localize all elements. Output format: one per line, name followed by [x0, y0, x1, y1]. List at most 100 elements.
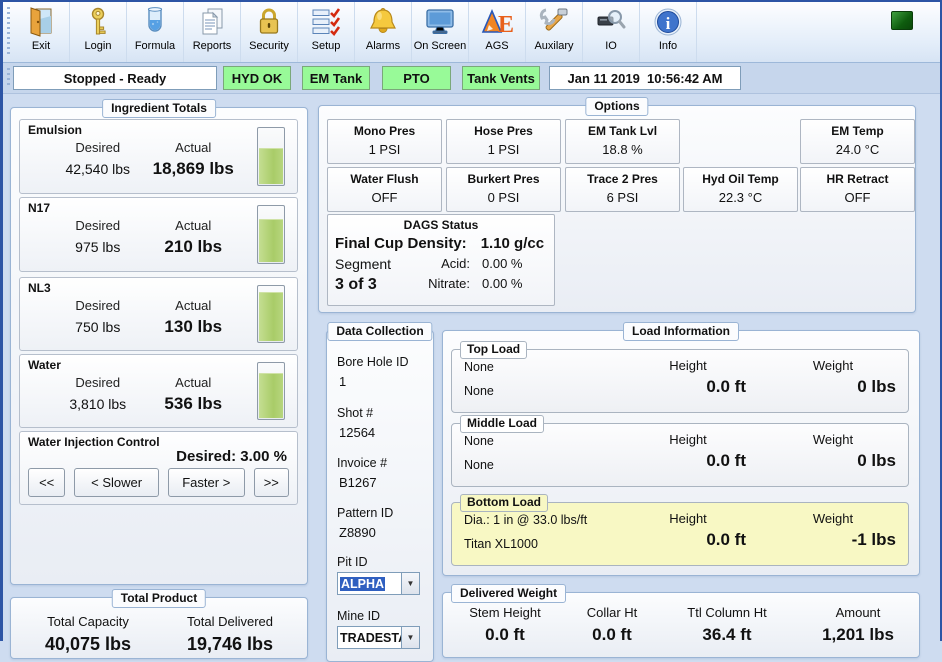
- security-button[interactable]: Security: [241, 2, 298, 62]
- slower-button[interactable]: < Slower: [74, 468, 159, 497]
- desired-value: 3,810 lbs: [50, 396, 146, 412]
- desired-label: Desired: [50, 298, 146, 313]
- metric-value: 6 PSI: [566, 190, 679, 205]
- desired-value: 42,540 lbs: [50, 161, 146, 177]
- total-capacity-value: 40,075 lbs: [17, 634, 159, 655]
- delivered-weight-panel: Delivered Weight Stem Height 0.0 ft Coll…: [442, 592, 920, 658]
- metric-label: EM Tank Lvl: [566, 124, 679, 138]
- statusbar-grip-handle[interactable]: [5, 68, 11, 88]
- step-up-button[interactable]: >>: [254, 468, 289, 497]
- level-bar: [257, 127, 285, 186]
- alarms-button[interactable]: Alarms: [355, 2, 412, 62]
- actual-value: 536 lbs: [146, 394, 242, 414]
- ingredient-name: NL3: [28, 281, 51, 295]
- metric-hyd-oil-temp: Hyd Oil Temp 22.3 °C: [683, 167, 798, 212]
- faster-button[interactable]: Faster >: [168, 468, 245, 497]
- info-button[interactable]: i Info: [640, 2, 697, 62]
- padlock-icon: [252, 5, 286, 39]
- weight-label: Weight: [758, 511, 908, 526]
- toolbar-button-label: Reports: [193, 40, 232, 52]
- acid-value: 0.00 %: [470, 256, 554, 272]
- bore-hole-id-value: 1: [337, 374, 433, 389]
- metric-label: EM Temp: [801, 124, 914, 138]
- toolbar: Exit Login Formula: [3, 2, 940, 63]
- on-screen-button[interactable]: On Screen: [412, 2, 469, 62]
- setup-button[interactable]: Setup: [298, 2, 355, 62]
- metric-value: 22.3 °C: [684, 190, 797, 205]
- mine-id-label: Mine ID: [337, 609, 433, 623]
- collar-ht-label: Collar Ht: [561, 605, 663, 620]
- toolbar-button-label: Login: [85, 40, 112, 52]
- pit-id-dropdown[interactable]: ALPHA ▼: [337, 572, 420, 595]
- toolbar-button-label: IO: [605, 40, 617, 52]
- level-bar: [257, 205, 285, 264]
- reports-button[interactable]: Reports: [184, 2, 241, 62]
- segment-label: Segment: [328, 256, 414, 272]
- total-delivered-value: 19,746 lbs: [159, 634, 301, 655]
- io-button[interactable]: IO: [583, 2, 640, 62]
- level-bar: [257, 362, 285, 420]
- total-product-panel: Total Product Total Capacity 40,075 lbs …: [10, 597, 308, 659]
- height-label: Height: [618, 511, 758, 526]
- actual-label: Actual: [146, 298, 242, 313]
- actual-label: Actual: [146, 218, 242, 233]
- load-product-line2: Titan XL1000: [464, 537, 618, 551]
- metric-hr-retract: HR Retract OFF: [800, 167, 915, 212]
- desired-value: 750 lbs: [50, 319, 146, 335]
- pit-id-label: Pit ID: [337, 555, 433, 569]
- desired-label: Desired: [50, 375, 146, 390]
- metric-value: 18.8 %: [566, 142, 679, 157]
- toolbar-button-label: Auxilary: [534, 40, 573, 52]
- metric-value: 0 PSI: [447, 190, 560, 205]
- ingredient-name: Emulsion: [28, 123, 82, 137]
- panel-title: Options: [585, 97, 648, 116]
- level-bar: [257, 285, 285, 343]
- middle-load-box: Middle Load None None Height 0.0 ft Weig…: [451, 423, 909, 487]
- login-button[interactable]: Login: [70, 2, 127, 62]
- dags-status-box: DAGS Status Final Cup Density: 1.10 g/cc…: [327, 214, 555, 306]
- final-cup-density-value: 1.10 g/cc: [481, 235, 544, 252]
- ingredient-box-nl3: NL3 Desired 750 lbs Actual 130 lbs: [19, 277, 298, 351]
- metric-trace2-pres: Trace 2 Pres 6 PSI: [565, 167, 680, 212]
- formula-button[interactable]: Formula: [127, 2, 184, 62]
- ingredient-name: Water: [28, 358, 61, 372]
- pattern-id-value: Z8890: [337, 525, 433, 540]
- ingredient-totals-panel: Ingredient Totals Emulsion Desired 42,54…: [10, 107, 308, 585]
- metric-label: Trace 2 Pres: [566, 172, 679, 186]
- desired-label: Desired: [50, 140, 146, 155]
- toolbar-grip-handle[interactable]: [5, 7, 12, 57]
- nitrate-value: 0.00 %: [470, 276, 554, 294]
- load-product-line1: None: [464, 434, 618, 448]
- actual-value: 210 lbs: [146, 237, 242, 257]
- chevron-down-icon[interactable]: ▼: [401, 627, 419, 648]
- weight-value: 0 lbs: [758, 451, 908, 471]
- load-product-line2: None: [464, 458, 618, 472]
- segment-value: 3 of 3: [328, 276, 414, 294]
- ags-button[interactable]: E AGS: [469, 2, 526, 62]
- exit-door-icon: [24, 5, 58, 39]
- chevron-down-icon[interactable]: ▼: [401, 573, 419, 594]
- mine-id-dropdown[interactable]: TRADESTA ▼: [337, 626, 420, 649]
- step-down-button[interactable]: <<: [28, 468, 65, 497]
- acid-label: Acid:: [414, 256, 470, 272]
- metric-hose-pres: Hose Pres 1 PSI: [446, 119, 561, 164]
- bore-hole-id-label: Bore Hole ID: [337, 355, 433, 369]
- stem-height-value: 0.0 ft: [449, 625, 561, 645]
- metric-em-tank-lvl: EM Tank Lvl 18.8 %: [565, 119, 680, 164]
- pto-indicator: PTO: [382, 66, 451, 90]
- status-bar: Stopped - Ready HYD OK EM Tank PTO Tank …: [3, 63, 940, 94]
- toolbar-button-label: Alarms: [366, 40, 400, 52]
- height-value: 0.0 ft: [618, 451, 758, 471]
- svg-text:i: i: [666, 14, 671, 33]
- datetime-display: Jan 11 2019 10:56:42 AM: [549, 66, 741, 90]
- ags-logo-icon: E: [480, 5, 514, 39]
- connection-status-led: [891, 11, 913, 30]
- data-collection-panel: Data Collection Bore Hole ID 1 Shot # 12…: [326, 330, 434, 662]
- auxiliary-button[interactable]: Auxilary: [526, 2, 583, 62]
- amount-label: Amount: [791, 605, 925, 620]
- total-capacity-label: Total Capacity: [17, 614, 159, 629]
- exit-button[interactable]: Exit: [13, 2, 70, 62]
- ingredient-name: N17: [28, 201, 50, 215]
- metric-value: 1 PSI: [447, 142, 560, 157]
- metric-label: Water Flush: [328, 172, 441, 186]
